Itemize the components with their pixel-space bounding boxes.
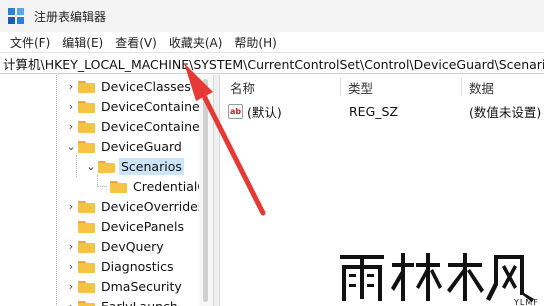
pane-splitter[interactable]	[213, 75, 220, 306]
tree-item-label: Diagnostics	[101, 258, 174, 274]
chevron-right-icon[interactable]: ›	[66, 96, 76, 116]
folder-icon	[78, 80, 95, 93]
chevron-right-icon[interactable]: ›	[66, 196, 76, 216]
column-header-type[interactable]: 类型	[348, 75, 458, 99]
value-type-cell: REG_SZ	[349, 103, 399, 119]
chevron-down-icon[interactable]: ⌄	[86, 156, 96, 176]
tree-item-label: DeviceGuard	[101, 138, 182, 154]
tree-item-devicecontainers[interactable]: › DeviceContainers	[66, 116, 213, 136]
tree-item-label: DeviceContainerPropertyUpdateEvents	[101, 98, 213, 114]
folder-icon	[78, 200, 95, 213]
tree-item-scenarios[interactable]: ⌄ Scenarios	[86, 156, 184, 176]
tree-item-diagnostics[interactable]: › Diagnostics	[66, 256, 176, 276]
tree-item-devicecontainerpropertyupdateevents[interactable]: › DeviceContainerPropertyUpdateEvents	[66, 96, 213, 116]
tree-item-deviceoverrides[interactable]: › DeviceOverrides	[66, 196, 206, 216]
chevron-right-icon[interactable]: ›	[66, 256, 76, 276]
chevron-right-icon[interactable]: ›	[66, 236, 76, 256]
tree-guide-line	[56, 75, 57, 306]
value-name-cell[interactable]: ab (默认)	[228, 101, 343, 121]
folder-icon	[78, 220, 95, 233]
tree-item-label: DevQuery	[101, 238, 164, 254]
chevron-right-icon[interactable]: ›	[66, 76, 76, 96]
folder-icon	[98, 160, 115, 173]
tree-item-label: DeviceContainers	[101, 118, 212, 134]
tree-scrollbar[interactable]	[199, 75, 213, 306]
ylmf-watermark-logo: YLMF	[340, 253, 539, 306]
menu-edit[interactable]: 编辑(E)	[56, 34, 109, 51]
menu-view[interactable]: 查看(V)	[109, 34, 163, 51]
column-divider[interactable]	[340, 78, 341, 96]
value-name: (默认)	[247, 104, 282, 120]
folder-icon	[110, 180, 127, 193]
tree-item-earlylaunch[interactable]: › EarlyLaunch	[66, 296, 180, 306]
tree-item-label: DmaSecurity	[101, 278, 182, 294]
tree-item-label: Scenarios	[119, 157, 184, 175]
menu-bar: 文件(F) 编辑(E) 查看(V) 收藏夹(A) 帮助(H)	[0, 32, 544, 52]
scrollbar-thumb[interactable]	[203, 79, 208, 302]
tree-item-label: EarlyLaunch	[101, 298, 178, 306]
column-divider[interactable]	[461, 78, 462, 96]
folder-icon	[78, 100, 95, 113]
tree-guide-line	[97, 186, 107, 187]
chevron-right-icon[interactable]: ›	[66, 116, 76, 136]
folder-icon	[78, 120, 95, 133]
address-bar[interactable]: 计算机\HKEY_LOCAL_MACHINE\SYSTEM\CurrentCon…	[0, 52, 544, 74]
menu-file[interactable]: 文件(F)	[4, 34, 56, 51]
watermark-sub-text: YLMF	[513, 298, 539, 306]
menu-favorites[interactable]: 收藏夹(A)	[163, 34, 229, 51]
tree-item-devicepanels[interactable]: DevicePanels	[76, 216, 186, 236]
folder-icon	[78, 280, 95, 293]
chevron-right-icon[interactable]: ›	[66, 296, 76, 306]
folder-icon	[78, 140, 95, 153]
chevron-right-icon[interactable]: ›	[66, 276, 76, 296]
title-bar: 注册表编辑器	[0, 0, 544, 32]
string-value-icon: ab	[228, 103, 243, 119]
menu-help[interactable]: 帮助(H)	[228, 34, 282, 51]
folder-icon	[78, 260, 95, 273]
folder-icon	[78, 240, 95, 253]
column-header-name[interactable]: 名称	[230, 75, 345, 99]
key-tree: › DeviceClasses › DeviceContainerPropert…	[0, 75, 213, 306]
tree-item-devquery[interactable]: › DevQuery	[66, 236, 166, 256]
tree-item-label: DeviceClasses	[101, 78, 191, 94]
tree-item-label: DevicePanels	[101, 218, 184, 234]
value-data-cell: (数值未设置)	[469, 104, 542, 120]
folder-icon	[78, 300, 95, 306]
regedit-app-icon	[8, 8, 24, 24]
tree-item-dmasecurity[interactable]: › DmaSecurity	[66, 276, 184, 296]
tree-item-label: DeviceOverrides	[101, 198, 205, 214]
column-header-data[interactable]: 数据	[469, 75, 544, 99]
tree-item-credentialguard[interactable]: CredentialGuard	[108, 176, 213, 196]
tree-guide-line	[76, 155, 77, 177]
chevron-down-icon[interactable]: ⌄	[66, 136, 76, 156]
window-title: 注册表编辑器	[34, 9, 107, 24]
tree-item-deviceguard[interactable]: ⌄ DeviceGuard	[66, 136, 184, 156]
tree-item-deviceclasses[interactable]: › DeviceClasses	[66, 76, 193, 96]
